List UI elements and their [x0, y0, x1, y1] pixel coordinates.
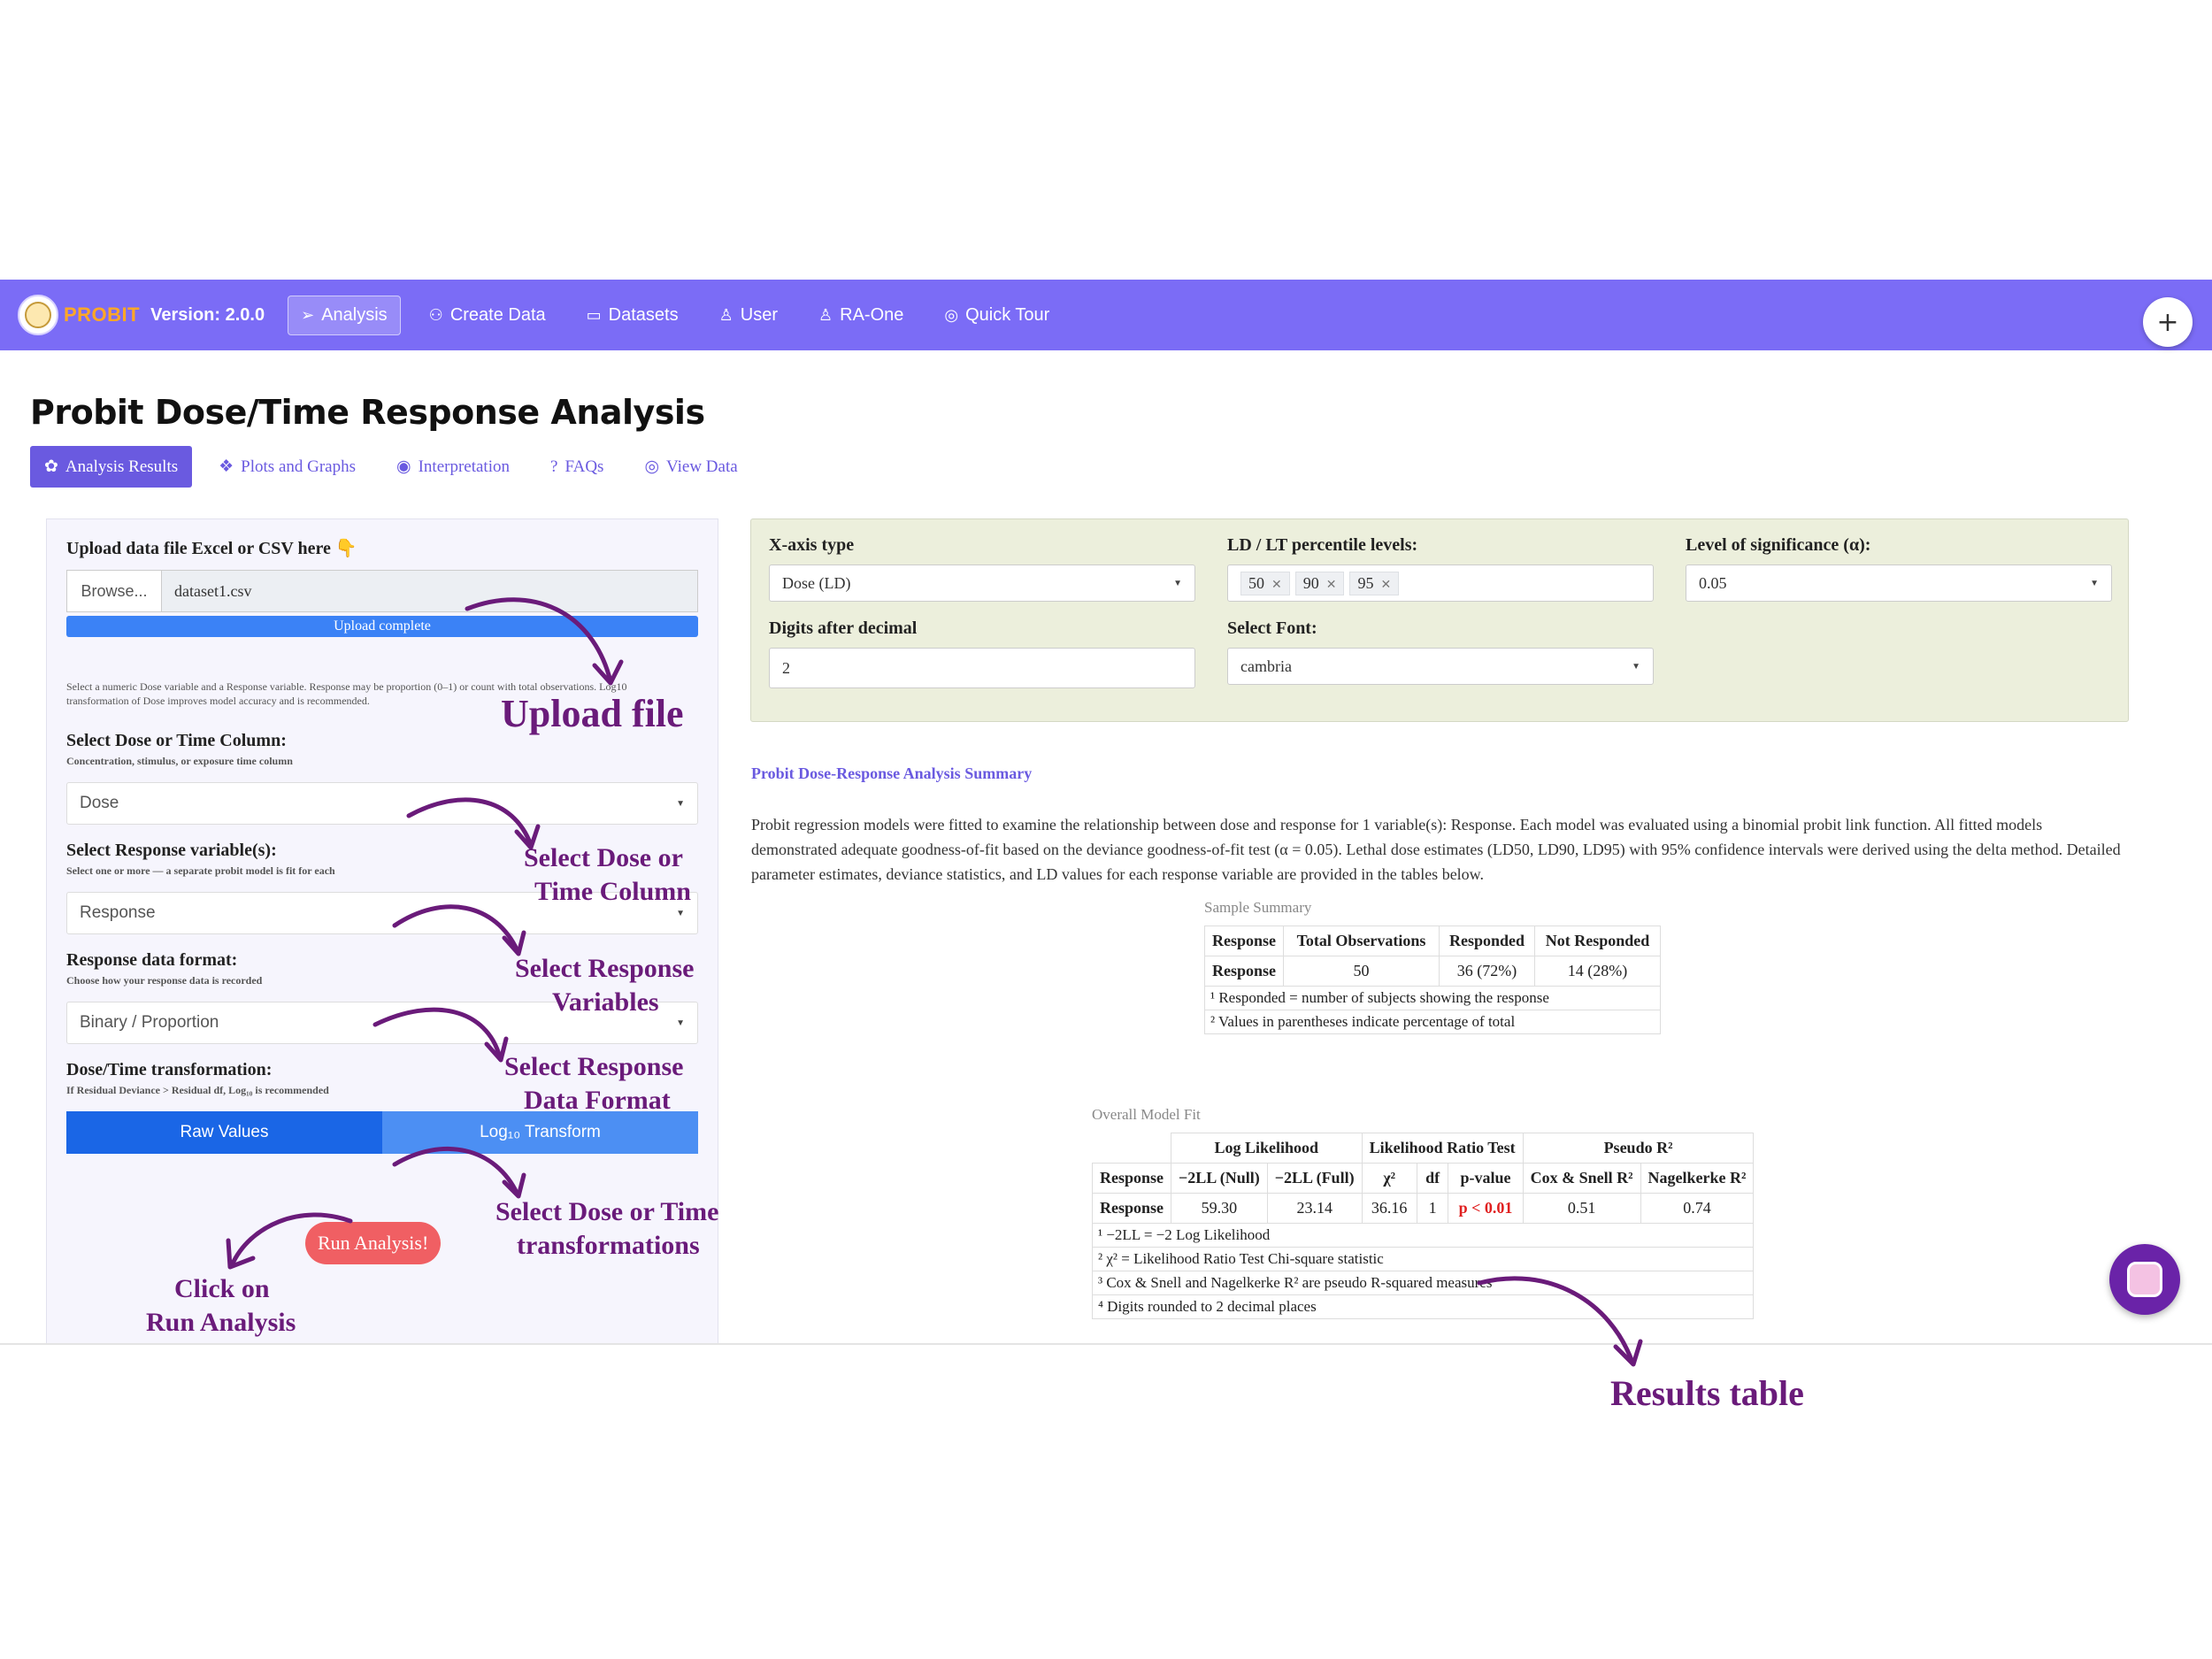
caret-down-icon: ▼: [676, 1018, 685, 1028]
version-label: Version: 2.0.0: [150, 304, 265, 325]
robot-icon: [2127, 1262, 2162, 1297]
annotation-transform-line1: Select Dose or Time: [495, 1197, 719, 1226]
chatbot-button[interactable]: [2109, 1244, 2180, 1315]
annotation-click-line2: Run Analysis: [146, 1308, 296, 1337]
caret-down-icon: ▼: [676, 908, 685, 918]
compass-icon: ◉: [396, 457, 411, 476]
table-group-header-row: Log Likelihood Likelihood Ratio Test Pse…: [1092, 1133, 1755, 1164]
nav-datasets[interactable]: ▭ Datasets: [574, 296, 691, 334]
alpha-field: Level of significance (α): 0.05 ▼: [1686, 535, 2112, 602]
tab-interpretation[interactable]: ◉ Interpretation: [382, 446, 524, 488]
binoculars-icon: ⚇: [428, 305, 443, 324]
font-select[interactable]: cambria ▼: [1227, 648, 1654, 685]
table-footnote: ⁴ Digits rounded to 2 decimal places: [1091, 1294, 1755, 1319]
paper-plane-icon: ➢: [301, 305, 315, 324]
user-icon: ♙: [818, 305, 833, 324]
table-footnote: ¹ Responded = number of subjects showing…: [1203, 986, 1662, 1010]
significant-p-value: p < 0.01: [1448, 1193, 1524, 1224]
question-icon: ?: [550, 457, 558, 476]
tab-view-data[interactable]: ◎ View Data: [630, 446, 751, 488]
remove-icon[interactable]: ✕: [1380, 579, 1391, 592]
annotation-format-line2: Data Format: [524, 1086, 671, 1115]
nav-user[interactable]: ♙ User: [707, 296, 790, 334]
ld-levels-label: LD / LT percentile levels:: [1227, 535, 1418, 555]
digits-label: Digits after decimal: [769, 618, 918, 638]
nav-ra-one[interactable]: ♙ RA-One: [806, 296, 916, 334]
digits-field: Digits after decimal 2: [769, 618, 1195, 688]
upload-label: Upload data file Excel or CSV here 👇: [66, 539, 357, 558]
font-field: Select Font: cambria ▼: [1227, 618, 1654, 685]
browse-button[interactable]: Browse...: [66, 570, 162, 612]
caret-down-icon: ▼: [2090, 578, 2099, 588]
app-logo[interactable]: [18, 295, 58, 335]
tab-plots-and-graphs[interactable]: ❖ Plots and Graphs: [204, 446, 370, 488]
annotation-response-line1: Select Response: [515, 954, 695, 983]
table-footnote: ² Values in parentheses indicate percent…: [1203, 1010, 1662, 1034]
summary-heading: Probit Dose-Response Analysis Summary: [751, 764, 1033, 782]
table-footnote: ¹ −2LL = −2 Log Likelihood: [1091, 1223, 1755, 1248]
table-header-row: Response Total Observations Responded No…: [1203, 926, 1662, 956]
settings-panel: X-axis type Dose (LD) ▼ LD / LT percenti…: [750, 518, 2129, 722]
tab-faqs[interactable]: ? FAQs: [536, 446, 618, 488]
ld-chip[interactable]: 50 ✕: [1240, 571, 1290, 595]
page-title: Probit Dose/Time Response Analysis: [30, 393, 705, 432]
brain-icon: ✿: [44, 457, 58, 476]
file-input: Browse... dataset1.csv: [66, 570, 698, 612]
table-header-row: Response −2LL (Null) −2LL (Full) χ² df p…: [1091, 1163, 1755, 1194]
table-caption: Overall Model Fit: [1092, 1106, 1201, 1123]
cubes-icon: ❖: [219, 457, 234, 476]
annotation-transform-line2: transformations: [517, 1231, 700, 1260]
compass-icon: ◎: [944, 305, 959, 324]
ld-chip[interactable]: 90 ✕: [1294, 571, 1345, 595]
caret-down-icon: ▼: [1173, 578, 1182, 588]
upload-progress-bar: Upload complete: [66, 616, 698, 637]
alpha-label: Level of significance (α):: [1686, 535, 1871, 555]
alpha-select[interactable]: 0.05 ▼: [1686, 565, 2112, 602]
annotation-upload: Upload file: [501, 692, 684, 735]
digits-input[interactable]: 2: [769, 648, 1195, 688]
top-navbar: PROBIT Version: 2.0.0 ➢ Analysis ⚇ Creat…: [0, 280, 2212, 350]
caret-down-icon: ▼: [1632, 661, 1640, 672]
dose-column-hint: Concentration, stimulus, or exposure tim…: [66, 755, 293, 767]
sample-summary-table: Sample Summary Response Total Observatio…: [1203, 899, 1662, 1034]
annotation-format-line1: Select Response: [504, 1052, 684, 1081]
raw-values-option[interactable]: Raw Values: [66, 1111, 382, 1154]
annotation-dose-line2: Time Column: [534, 877, 691, 906]
user-icon: ♙: [718, 305, 733, 324]
eye-icon: ◎: [644, 457, 660, 476]
tab-analysis-results[interactable]: ✿ Analysis Results: [30, 446, 193, 488]
run-analysis-button[interactable]: Run Analysis!: [305, 1222, 442, 1264]
nav-analysis[interactable]: ➢ Analysis: [288, 295, 401, 335]
add-button[interactable]: +: [2143, 297, 2193, 347]
annotation-click-line1: Click on: [174, 1274, 270, 1303]
folder-open-icon: ▭: [586, 305, 602, 324]
ld-levels-input[interactable]: 50 ✕ 90 ✕ 95 ✕: [1227, 565, 1654, 602]
table-caption: Sample Summary: [1204, 899, 1312, 916]
annotation-response-line2: Variables: [552, 987, 659, 1017]
app-window: PROBIT Version: 2.0.0 ➢ Analysis ⚇ Creat…: [0, 280, 2212, 1345]
table-footnote: ³ Cox & Snell and Nagelkerke R² are pseu…: [1091, 1271, 1755, 1295]
result-tabs: ✿ Analysis Results ❖ Plots and Graphs ◉ …: [30, 446, 752, 488]
ld-levels-field: LD / LT percentile levels: 50 ✕ 90 ✕ 95 ✕: [1227, 535, 1654, 602]
caret-down-icon: ▼: [676, 798, 685, 809]
file-name-field[interactable]: dataset1.csv: [162, 570, 698, 612]
table-footnote: ² χ² = Likelihood Ratio Test Chi-square …: [1091, 1247, 1755, 1271]
font-label: Select Font:: [1227, 618, 1317, 638]
model-fit-table: Overall Model Fit Log Likelihood Likelih…: [1091, 1106, 1755, 1319]
remove-icon[interactable]: ✕: [1326, 579, 1337, 592]
ld-chip[interactable]: 95 ✕: [1349, 571, 1400, 595]
x-axis-label: X-axis type: [769, 535, 855, 555]
table-row: Response 50 36 (72%) 14 (28%): [1203, 956, 1662, 987]
nav-create-data[interactable]: ⚇ Create Data: [417, 296, 558, 334]
summary-paragraph: Probit regression models were fitted to …: [751, 816, 2121, 883]
annotation-results: Results table: [1610, 1373, 1804, 1413]
table-row: Response 59.30 23.14 36.16 1 p < 0.01 0.…: [1091, 1193, 1755, 1224]
x-axis-field: X-axis type Dose (LD) ▼: [769, 535, 1195, 602]
annotation-dose-line1: Select Dose or: [524, 843, 683, 872]
brand-name: PROBIT: [64, 303, 141, 326]
dose-column-select[interactable]: Dose ▼: [66, 782, 698, 825]
x-axis-select[interactable]: Dose (LD) ▼: [769, 565, 1195, 602]
remove-icon[interactable]: ✕: [1271, 579, 1282, 592]
nav-quick-tour[interactable]: ◎ Quick Tour: [932, 296, 1062, 334]
